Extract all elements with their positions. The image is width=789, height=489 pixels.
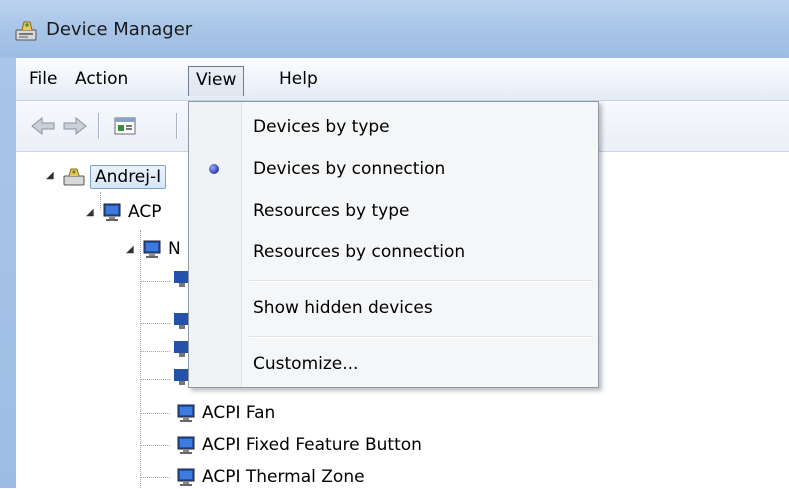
monitor-icon xyxy=(143,240,161,258)
menu-item-label: Devices by type xyxy=(253,117,390,137)
menu-item-resources-by-type[interactable]: Resources by type xyxy=(189,192,598,230)
tree-node-label: ACPI Thermal Zone xyxy=(202,467,365,487)
tree-node-label: Andrej-I xyxy=(90,165,167,189)
monitor-icon xyxy=(177,436,195,454)
monitor-icon xyxy=(177,468,195,486)
forward-arrow-icon[interactable] xyxy=(62,115,88,137)
menu-item-label: Devices by connection xyxy=(253,159,446,179)
tree-node-label: ACP xyxy=(128,202,162,222)
tree-connector xyxy=(140,477,170,478)
monitor-icon xyxy=(177,404,195,422)
tree-node-level2[interactable]: N xyxy=(140,237,181,261)
tree-node-acpi-thermal-zone[interactable]: ACPI Thermal Zone xyxy=(174,465,365,489)
back-arrow-icon[interactable] xyxy=(30,115,56,137)
menu-item-devices-by-type[interactable]: Devices by type xyxy=(189,108,598,146)
menu-item-label: Resources by connection xyxy=(253,242,466,262)
device-manager-icon xyxy=(15,21,37,41)
menu-item-label: Show hidden devices xyxy=(253,298,433,318)
window-title: Device Manager xyxy=(46,19,193,40)
collapse-icon[interactable]: ◢ xyxy=(46,171,56,181)
computer-icon xyxy=(63,168,85,186)
toolbar-separator xyxy=(176,113,178,139)
menu-file[interactable]: File xyxy=(22,66,64,92)
tree-node-label: ACPI Fan xyxy=(202,403,276,423)
tree-node-root[interactable]: Andrej-I xyxy=(62,165,167,189)
menu-bar: File Action View Help xyxy=(16,58,789,101)
menu-item-show-hidden-devices[interactable]: Show hidden devices xyxy=(189,289,598,327)
menu-separator xyxy=(249,336,593,338)
tree-connector xyxy=(140,351,170,352)
tree-node-label: ACPI Fixed Feature Button xyxy=(202,435,422,455)
menu-help[interactable]: Help xyxy=(272,66,325,92)
menu-action[interactable]: Action xyxy=(68,66,135,92)
radio-selected-icon xyxy=(209,164,219,174)
menu-separator xyxy=(249,280,593,282)
title-bar[interactable]: Device Manager xyxy=(0,0,789,58)
window-frame-left xyxy=(0,58,16,488)
view-menu-dropdown: Devices by type Devices by connection Re… xyxy=(188,101,599,388)
collapse-icon[interactable]: ◢ xyxy=(126,245,136,255)
tree-connector xyxy=(140,445,170,446)
menu-item-resources-by-connection[interactable]: Resources by connection xyxy=(189,233,598,271)
menu-item-label: Resources by type xyxy=(253,201,410,221)
menu-item-devices-by-connection[interactable]: Devices by connection xyxy=(189,150,598,188)
tree-node-acpi-fan[interactable]: ACPI Fan xyxy=(174,401,275,425)
tree-node-acpi-fixed-feature-button[interactable]: ACPI Fixed Feature Button xyxy=(174,433,422,457)
tree-node-acpi[interactable]: ACP xyxy=(100,200,161,224)
tree-connector xyxy=(140,379,170,380)
menu-view[interactable]: View xyxy=(188,66,245,96)
tree-node-label: N xyxy=(168,239,181,259)
tree-connector xyxy=(140,323,170,324)
toolbar-separator xyxy=(98,113,100,139)
monitor-icon xyxy=(103,203,121,221)
menu-item-customize[interactable]: Customize... xyxy=(189,345,598,383)
tree-connector xyxy=(140,230,141,488)
tree-connector xyxy=(140,413,170,414)
properties-icon[interactable] xyxy=(112,115,138,137)
menu-item-label: Customize... xyxy=(253,354,359,374)
tree-connector xyxy=(140,281,170,282)
collapse-icon[interactable]: ◢ xyxy=(86,208,96,218)
